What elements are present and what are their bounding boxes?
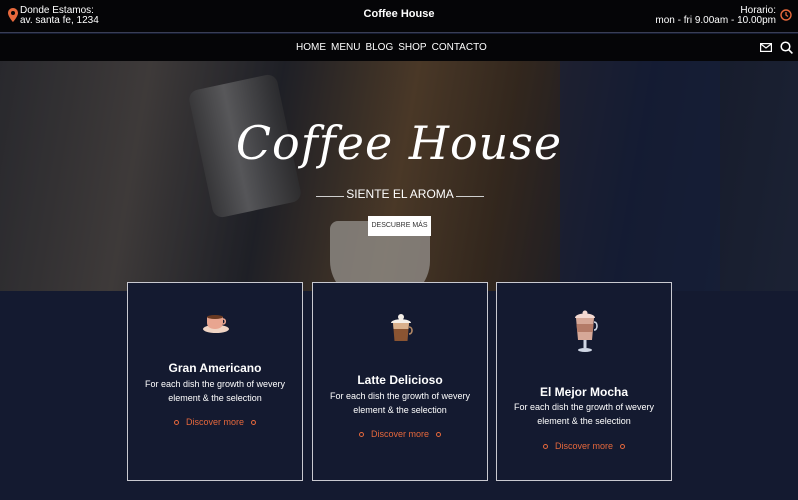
nav-item-blog[interactable]: BLOG xyxy=(365,42,393,53)
discover-more-text[interactable]: Discover more xyxy=(186,417,244,427)
discover-button[interactable]: DESCUBRE MÁS xyxy=(368,216,431,236)
product-card: El Mejor Mocha For each dish the growth … xyxy=(496,282,672,481)
discover-more-text[interactable]: Discover more xyxy=(555,441,613,451)
nav-menu: HOME MENU BLOG SHOP CONTACTO xyxy=(296,42,492,53)
discover-more-text[interactable]: Discover more xyxy=(371,429,429,439)
dot-icon xyxy=(542,444,548,450)
search-icon[interactable] xyxy=(780,41,793,54)
card-description: For each dish the growth of wevery eleme… xyxy=(513,402,655,426)
dot-icon xyxy=(358,432,364,438)
hours-value: mon - fri 9.00am - 10.00pm xyxy=(655,15,776,26)
nav-item-shop[interactable]: SHOP xyxy=(398,42,426,53)
nav-item-home[interactable]: HOME xyxy=(296,42,326,53)
coffee-cup-icon xyxy=(203,315,229,333)
top-bar: Donde Estamos: av. santa fe, 1234 Coffee… xyxy=(0,0,798,33)
dot-icon xyxy=(436,432,441,438)
nav-item-menu[interactable]: MENU xyxy=(331,42,360,53)
dot-icon xyxy=(620,444,625,450)
hero-subtitle-text: SIENTE EL AROMA xyxy=(346,187,454,201)
product-card: Gran Americano For each dish the growth … xyxy=(127,282,303,481)
mail-icon[interactable] xyxy=(760,43,772,52)
discover-more-link[interactable]: Discover more xyxy=(497,441,671,451)
hero-title: Coffee House xyxy=(235,116,563,170)
product-card: Latte Delicioso For each dish the growth… xyxy=(312,282,488,481)
mocha-icon xyxy=(575,310,598,352)
dot-icon xyxy=(173,420,179,426)
clock-icon xyxy=(780,9,792,21)
hero-subtitle: SIENTE EL AROMA xyxy=(316,187,484,201)
hero-overlay xyxy=(0,61,798,291)
discover-more-link[interactable]: Discover more xyxy=(128,417,302,427)
hours-info: Horario: mon - fri 9.00am - 10.00pm xyxy=(655,6,792,26)
divider-line-right xyxy=(456,196,484,197)
card-title: Gran Americano xyxy=(168,361,262,375)
card-description: For each dish the growth of wevery eleme… xyxy=(329,391,471,415)
hero-banner: Coffee House SIENTE EL AROMA DESCUBRE MÁ… xyxy=(0,61,798,291)
card-description: For each dish the growth of wevery eleme… xyxy=(144,379,286,403)
dot-icon xyxy=(251,420,256,426)
card-title: El Mejor Mocha xyxy=(539,385,628,399)
divider-line-left xyxy=(316,196,344,197)
nav-item-contacto[interactable]: CONTACTO xyxy=(432,42,487,53)
card-title: Latte Delicioso xyxy=(357,373,443,387)
main-nav: HOME MENU BLOG SHOP CONTACTO xyxy=(0,34,798,61)
discover-more-link[interactable]: Discover more xyxy=(313,429,487,439)
latte-icon xyxy=(391,314,413,341)
